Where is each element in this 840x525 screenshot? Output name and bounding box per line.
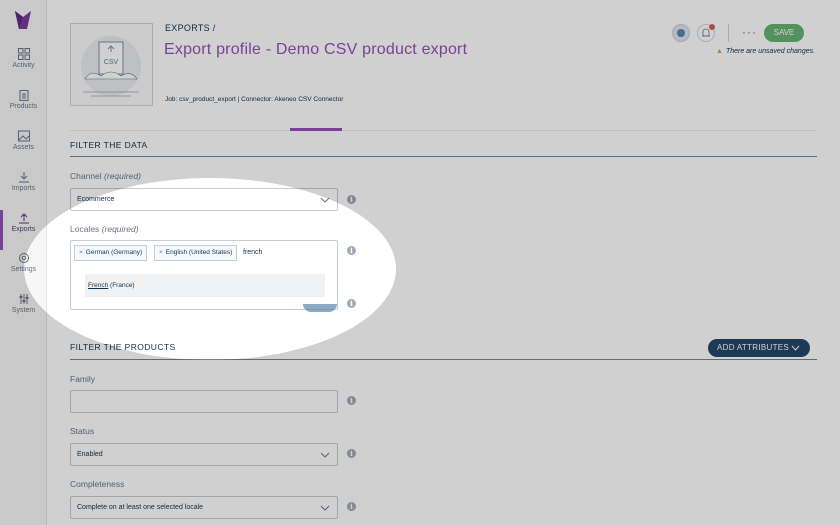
info-icon[interactable]: i	[347, 449, 356, 458]
active-tab-indicator	[290, 128, 342, 131]
sidebar-label: Exports	[11, 226, 36, 233]
locales-label-text: Locales	[70, 224, 100, 234]
sidebar-item-imports[interactable]: Imports	[0, 171, 47, 209]
remove-chip-icon[interactable]: ×	[79, 249, 83, 256]
locales-multiselect[interactable]: × German (Germany) × English (United State…	[70, 240, 338, 312]
channel-label: Channel (required)	[70, 171, 141, 181]
sidebar-label: Products	[9, 103, 38, 110]
section-divider	[70, 156, 817, 157]
sidebar-label: Settings	[10, 266, 37, 273]
remove-chip-icon[interactable]: ×	[159, 249, 163, 256]
main-content: CSV EXPORTS / Export profile - Demo CSV …	[47, 0, 840, 525]
sidebar-label: Imports	[11, 185, 36, 192]
sidebar-item-settings[interactable]: Settings	[0, 252, 47, 290]
channel-value: Ecommerce	[77, 196, 115, 203]
partially-hidden-button	[303, 304, 337, 312]
export-icon	[18, 213, 29, 224]
help-icon[interactable]	[672, 24, 690, 42]
locale-chip[interactable]: × English (United States)	[154, 245, 238, 261]
more-actions-icon[interactable]: ···	[742, 25, 757, 39]
info-icon[interactable]: i	[347, 502, 356, 511]
filter-products-title: FILTER THE PRODUCTS	[70, 342, 176, 352]
add-attributes-button[interactable]: ADD ATTRIBUTES	[708, 339, 810, 357]
family-input[interactable]	[70, 390, 338, 413]
locales-label: Locales (required)	[70, 224, 139, 234]
channel-label-text: Channel	[70, 171, 102, 181]
required-marker: (required)	[104, 171, 141, 181]
sidebar-label: Assets	[12, 144, 34, 151]
required-marker: (required)	[101, 224, 139, 234]
akeneo-logo[interactable]	[11, 9, 35, 31]
chevron-down-icon	[320, 452, 330, 458]
chevron-down-icon	[791, 345, 800, 351]
breadcrumb[interactable]: EXPORTS /	[165, 23, 216, 33]
locale-chip-label: German (Germany)	[85, 249, 143, 256]
tabs-line	[70, 130, 817, 131]
main-sidebar: Activity Products Assets Imports Exports…	[0, 0, 47, 525]
channel-select[interactable]: Ecommerce	[70, 188, 338, 211]
dashboard-icon	[17, 48, 30, 60]
unsaved-changes-notice: ▲ There are unsaved changes.	[716, 48, 815, 55]
header-actions: ··· SAVE ▲ There are unsaved changes.	[640, 0, 840, 70]
warning-icon: ▲	[716, 48, 723, 55]
chevron-down-icon	[320, 197, 330, 203]
info-icon[interactable]: i	[347, 195, 356, 204]
status-select[interactable]: Enabled	[70, 443, 338, 466]
sidebar-label: System	[11, 307, 36, 314]
completeness-label: Completeness	[70, 479, 125, 489]
divider	[728, 24, 729, 42]
completeness-value: Complete on at least one selected locale	[77, 504, 204, 511]
job-meta: Job: csv_product_export | Connector: Ake…	[165, 96, 344, 103]
sidebar-item-assets[interactable]: Assets	[0, 130, 47, 168]
sidebar-label: Activity	[12, 62, 35, 69]
info-icon[interactable]: i	[347, 246, 356, 255]
info-icon[interactable]: i	[347, 396, 356, 405]
sidebar-item-products[interactable]: Products	[0, 89, 47, 127]
add-attributes-label: ADD ATTRIBUTES	[717, 343, 790, 352]
sidebar-item-exports[interactable]: Exports	[0, 210, 47, 250]
page-title: Export profile - Demo CSV product export	[164, 41, 468, 58]
suggestion-rest: (France)	[108, 282, 135, 289]
thumbnail-label: CSV	[104, 59, 119, 66]
family-label: Family	[70, 374, 96, 384]
section-divider	[70, 359, 817, 360]
save-button[interactable]: SAVE	[764, 24, 804, 42]
suggestion-match: French	[88, 282, 109, 289]
help-icon	[677, 29, 685, 37]
status-label: Status	[70, 426, 95, 436]
filter-data-title: FILTER THE DATA	[70, 140, 148, 150]
completeness-select[interactable]: Complete on at least one selected locale	[70, 496, 338, 519]
export-thumbnail: CSV	[70, 23, 153, 106]
status-value: Enabled	[77, 451, 103, 458]
info-icon[interactable]: i	[347, 299, 356, 308]
locale-chip-label: English (United States)	[165, 249, 233, 256]
sidebar-item-system[interactable]: System	[0, 293, 47, 331]
unsaved-text: There are unsaved changes.	[725, 48, 816, 55]
locale-chip[interactable]: × German (Germany)	[74, 245, 148, 261]
import-icon	[18, 172, 29, 183]
gear-icon	[18, 253, 29, 263]
sliders-icon	[19, 294, 28, 304]
notification-dot	[709, 24, 715, 30]
notification-bell-icon[interactable]	[697, 24, 715, 42]
csv-file-illustration: CSV	[81, 36, 141, 97]
image-icon	[17, 130, 30, 142]
locale-suggestion-option[interactable]: French (France)	[85, 274, 325, 297]
chevron-down-icon	[320, 505, 330, 511]
locale-search-input[interactable]: french	[243, 249, 262, 256]
clipboard-icon	[19, 90, 28, 101]
sidebar-item-activity[interactable]: Activity	[0, 48, 47, 86]
